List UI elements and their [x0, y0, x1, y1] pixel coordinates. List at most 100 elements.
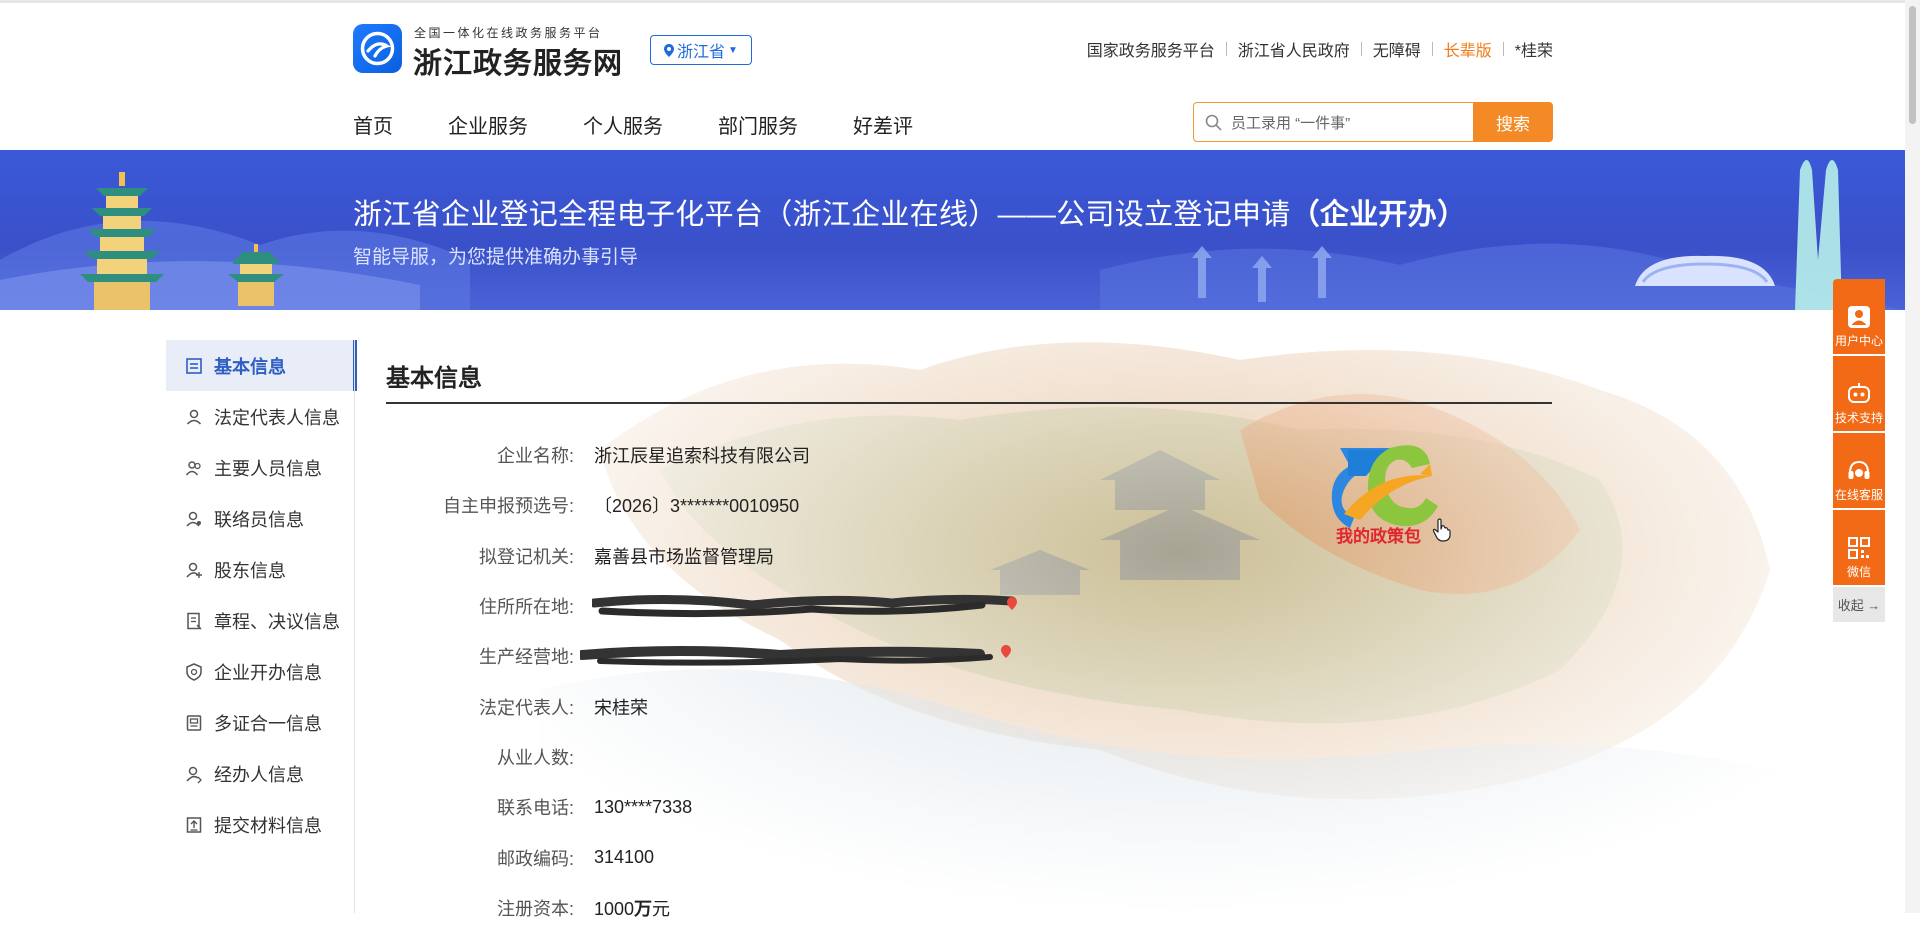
field-legal-representative: 法定代表人: 宋桂荣 [386, 681, 1086, 731]
sidebar-item-materials[interactable]: 提交材料信息 [166, 799, 356, 850]
field-value: 〔2026〕3*******0010950 [594, 496, 800, 517]
field-registered-capital: 注册资本: 1000万元 [386, 883, 1086, 933]
sidebar-item-charter[interactable]: 章程、决议信息 [166, 595, 356, 646]
field-business-place: 生产经营地: [386, 631, 1086, 681]
scrollbar-thumb[interactable] [1909, 6, 1916, 124]
sidebar-item-label: 章程、决议信息 [214, 611, 340, 632]
sidebar-divider [354, 340, 355, 913]
contact-icon [186, 511, 201, 527]
top-links: 国家政务服务平台 浙江省人民政府 无障碍 长辈版 *桂荣 [1087, 37, 1553, 61]
sidebar-item-label: 经办人信息 [214, 764, 304, 785]
floating-service-bar: 用户中心 技术支持 在线客服 微信 收起 → [1833, 279, 1885, 622]
logo-title[interactable]: 浙江政务服务网 [413, 40, 623, 82]
field-value: 宋桂荣 [594, 697, 648, 718]
field-label: 生产经营地: [478, 647, 574, 668]
search-button[interactable]: 搜索 [1473, 102, 1553, 142]
nav-home[interactable]: 首页 [353, 110, 393, 139]
field-postcode: 邮政编码: 314100 [386, 832, 1086, 882]
agent-icon [186, 766, 202, 783]
headset-icon [1848, 460, 1870, 479]
document-icon [187, 612, 202, 630]
page-scrollbar[interactable] [1905, 0, 1920, 913]
upload-icon [186, 816, 202, 833]
banner-title: 浙江省企业登记全程电子化平台（浙江企业在线）——公司设立登记申请（企业开办） [353, 191, 1466, 233]
float-user-center[interactable]: 用户中心 [1833, 279, 1885, 354]
search-input[interactable] [1229, 111, 1468, 135]
location-pin-icon [1007, 597, 1017, 611]
shareholder-icon [186, 562, 202, 578]
field-value: 浙江辰星追索科技有限公司 [594, 446, 810, 467]
redacted-value [580, 645, 1011, 666]
field-label: 企业名称: [496, 446, 574, 467]
logo-icon[interactable] [353, 24, 402, 73]
caret-down-icon: ▼ [728, 44, 738, 56]
sidebar-item-label: 主要人员信息 [214, 458, 322, 479]
nav-department[interactable]: 部门服务 [718, 110, 798, 139]
main-nav: 首页 企业服务 个人服务 部门服务 好差评 [353, 110, 968, 139]
collapse-button[interactable]: 收起 → [1833, 587, 1885, 622]
field-registration-authority: 拟登记机关: 嘉善县市场监督管理局 [386, 531, 1086, 581]
divider [1502, 42, 1504, 56]
person-icon [186, 409, 202, 425]
robot-icon [1848, 383, 1870, 403]
float-tech-support[interactable]: 技术支持 [1833, 356, 1885, 431]
user-name[interactable]: *桂荣 [1515, 37, 1553, 61]
qrcode-icon [1848, 537, 1870, 559]
sidebar-item-startup[interactable]: 企业开办信息 [166, 646, 356, 697]
field-label: 住所所在地: [478, 597, 574, 618]
nav-personal[interactable]: 个人服务 [583, 110, 663, 139]
link-provincial-gov[interactable]: 浙江省人民政府 [1238, 37, 1350, 61]
field-label: 法定代表人: [478, 697, 574, 718]
section-rule [386, 402, 1552, 404]
sidebar-item-label: 提交材料信息 [214, 815, 322, 836]
field-prename-number: 自主申报预选号: 〔2026〕3*******0010950 [386, 480, 1086, 530]
nav-enterprise[interactable]: 企业服务 [448, 110, 528, 139]
sidebar-item-label: 联络员信息 [214, 509, 304, 530]
sidebar-item-key-personnel[interactable]: 主要人员信息 [166, 442, 356, 493]
field-label: 自主申报预选号: [442, 496, 574, 517]
float-label: 用户中心 [1834, 334, 1883, 348]
search-bar: 搜索 [1193, 102, 1553, 142]
field-label: 注册资本: [496, 898, 574, 919]
sidebar-item-legal-rep[interactable]: 法定代表人信息 [166, 391, 356, 442]
sidebar-item-shareholders[interactable]: 股东信息 [166, 544, 356, 595]
field-employees: 从业人数: [386, 732, 1086, 782]
region-selector[interactable]: 浙江省 ▼ [650, 35, 752, 65]
sidebar-item-label: 基本信息 [214, 356, 286, 377]
capital-suffix: 元 [652, 898, 671, 919]
sidebar-item-label: 法定代表人信息 [214, 407, 340, 428]
float-online-service[interactable]: 在线客服 [1833, 433, 1885, 508]
redacted-value [592, 594, 1017, 618]
float-label: 技术支持 [1834, 411, 1883, 425]
field-value: 314100 [594, 847, 655, 868]
float-label: 微信 [1846, 565, 1871, 579]
field-label: 从业人数: [496, 747, 574, 768]
capital-amount: 1000 [594, 898, 635, 919]
nav-rating[interactable]: 好差评 [853, 110, 913, 139]
shield-icon [186, 662, 202, 681]
sidebar-item-label: 股东信息 [214, 560, 286, 581]
field-label: 联系电话: [496, 798, 574, 819]
float-label: 在线客服 [1834, 488, 1883, 502]
divider [1225, 42, 1227, 56]
doc-list-icon [186, 357, 202, 374]
sidebar: 基本信息 法定代表人信息 主要人员信息 联络员信息 股东信息 章程、决议信息 企… [166, 340, 357, 850]
certificate-icon [186, 714, 202, 731]
banner-title-text: 浙江省企业登记全程电子化平台（浙江企业在线）——公司设立登记申请 [353, 199, 1291, 231]
float-wechat[interactable]: 微信 [1833, 510, 1885, 585]
sidebar-item-liaison[interactable]: 联络员信息 [166, 493, 356, 544]
banner-subtitle: 智能导服，为您提供准确办事引导 [353, 247, 639, 268]
link-elder-mode[interactable]: 长辈版 [1444, 37, 1492, 61]
field-value: 嘉善县市场监督管理局 [594, 546, 774, 567]
link-accessibility[interactable]: 无障碍 [1373, 37, 1421, 61]
policy-package-label[interactable]: 我的政策包 [1336, 522, 1421, 547]
divider [1431, 42, 1433, 56]
sidebar-item-multi-cert[interactable]: 多证合一信息 [166, 697, 356, 748]
link-national-platform[interactable]: 国家政务服务平台 [1087, 37, 1215, 61]
field-label: 拟登记机关: [478, 546, 574, 567]
sidebar-item-basic-info[interactable]: 基本信息 [166, 340, 357, 391]
sidebar-item-agent[interactable]: 经办人信息 [166, 748, 356, 799]
field-value: 130****7338 [594, 796, 693, 817]
people-icon [185, 460, 201, 475]
search-icon [1205, 114, 1222, 131]
